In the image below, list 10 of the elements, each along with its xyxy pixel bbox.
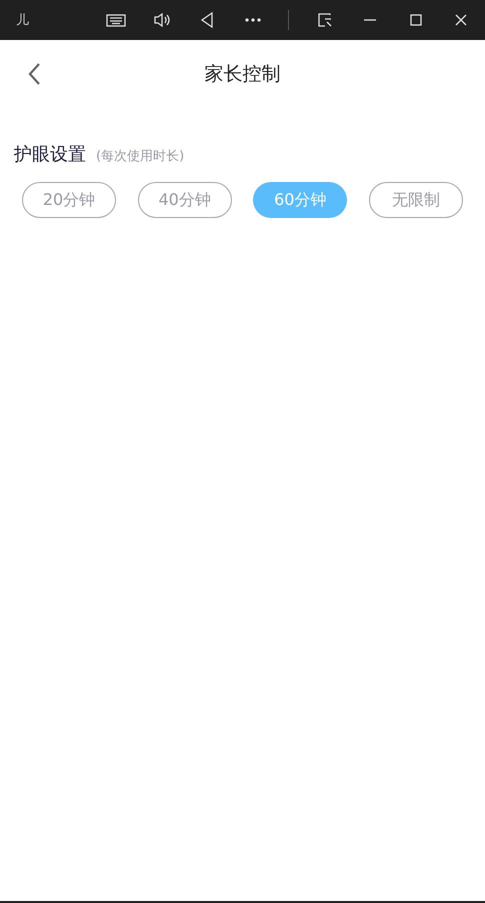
duration-option[interactable]: 60分钟	[253, 182, 348, 218]
duration-option[interactable]: 无限制	[368, 182, 463, 218]
page-title: 家长控制	[204, 62, 280, 87]
duration-option[interactable]: 20分钟	[22, 182, 116, 218]
duration-option[interactable]: 40分钟	[138, 182, 232, 218]
window-title: 儿	[16, 12, 30, 29]
section-hint: (每次使用时长)	[96, 148, 184, 165]
section-title: 护眼设置	[14, 143, 86, 166]
speaker-icon[interactable]	[152, 10, 172, 30]
back-icon	[27, 62, 41, 86]
